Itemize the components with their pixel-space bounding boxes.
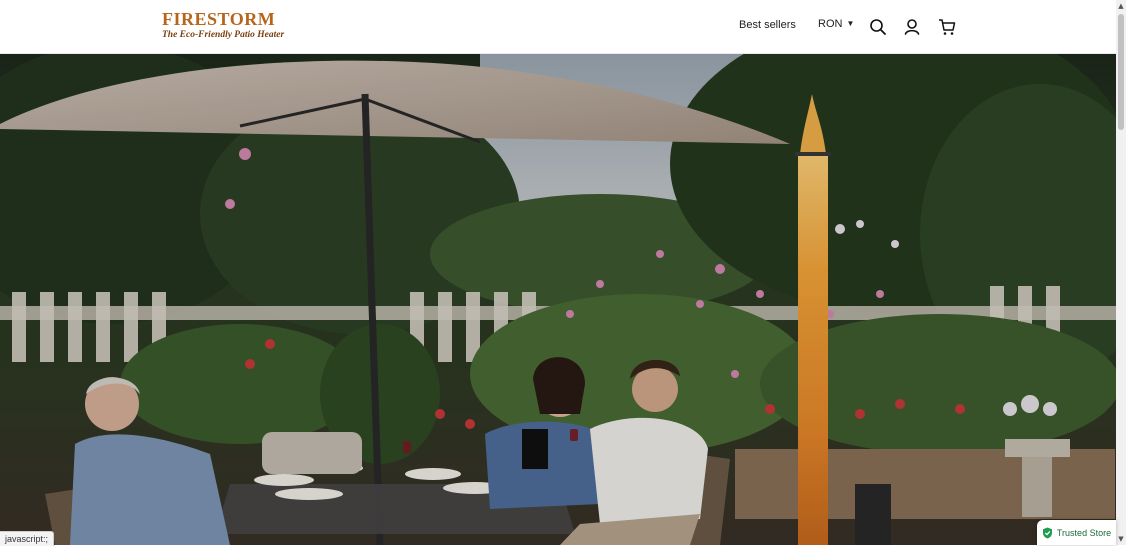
- scroll-down-arrow-icon[interactable]: ▼: [1117, 534, 1125, 544]
- account-icon[interactable]: [902, 17, 922, 37]
- trusted-store-badge[interactable]: Trusted Store: [1037, 520, 1116, 545]
- currency-value: RON: [818, 18, 843, 30]
- logo-wordmark: FIRESTORM: [162, 9, 276, 29]
- trusted-store-label: Trusted Store: [1056, 527, 1112, 538]
- scroll-thumb[interactable]: [1118, 14, 1124, 130]
- vertical-scrollbar[interactable]: ▲ ▼: [1116, 0, 1126, 545]
- chevron-down-icon: ▼: [846, 19, 855, 28]
- cart-icon[interactable]: [937, 17, 957, 37]
- nav-best-sellers[interactable]: Best sellers: [739, 19, 796, 31]
- browser-status-bar: javascript:;: [0, 531, 55, 546]
- shield-check-icon: [1042, 527, 1052, 538]
- logo-tagline: The Eco-Friendly Patio Heater: [162, 30, 285, 40]
- brand-logo[interactable]: FIRESTORM The Eco-Friendly Patio Heater: [162, 9, 285, 45]
- currency-selector[interactable]: RON ▼: [818, 18, 854, 30]
- search-icon[interactable]: [868, 17, 888, 37]
- scroll-up-arrow-icon[interactable]: ▲: [1117, 1, 1125, 11]
- hero-image: [0, 54, 1116, 545]
- site-header: FIRESTORM The Eco-Friendly Patio Heater …: [0, 0, 1116, 54]
